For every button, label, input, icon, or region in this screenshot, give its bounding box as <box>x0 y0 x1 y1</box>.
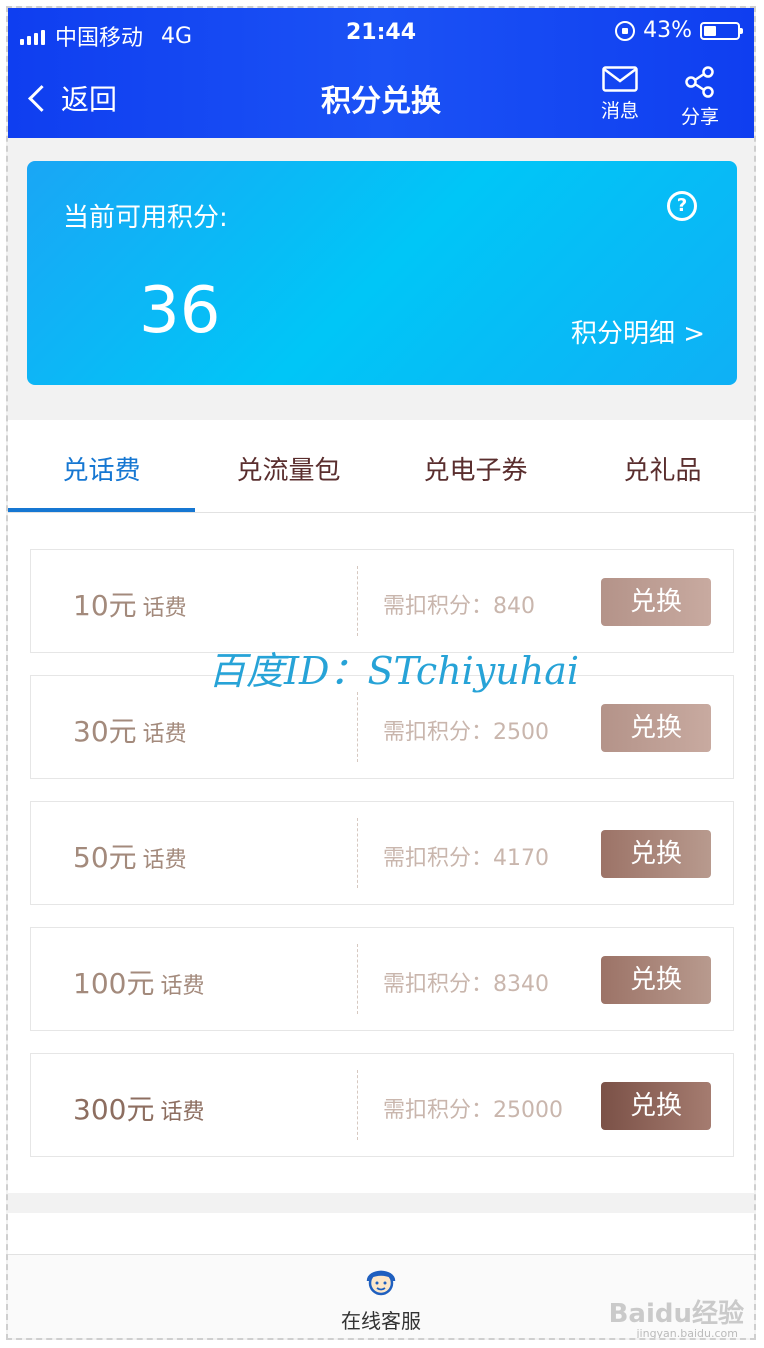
tab-bar: 兑话费 兑流量包 兑电子券 兑礼品 <box>8 420 754 513</box>
item-divider <box>357 692 358 762</box>
item-divider <box>357 1070 358 1140</box>
help-icon[interactable]: ? <box>667 191 697 221</box>
item-cost-label: 需扣积分： <box>383 594 494 619</box>
share-icon <box>685 66 714 98</box>
share-label: 分享 <box>680 106 719 128</box>
exchange-list: 10元 话费 需扣积分：840 兑换 30元 话费 需扣积分：2500 兑换 50元… <box>8 513 754 1193</box>
item-unit: 话费 <box>142 848 187 873</box>
item-cost: 需扣积分：25000 <box>383 1092 563 1124</box>
item-amount-value: 30元 <box>73 715 137 748</box>
battery-icon <box>700 21 743 40</box>
item-cost-value: 4170 <box>493 846 550 871</box>
app-frame: 中国移动 4G 21:44 43% 返回 积分兑换 消息 分享 当前可用积分: … <box>6 6 756 1340</box>
points-value: 36 <box>139 274 221 348</box>
item-amount: 300元 话费 <box>73 1088 204 1128</box>
exchange-button[interactable]: 兑换 <box>601 1082 711 1130</box>
item-cost-label: 需扣积分： <box>383 972 494 997</box>
points-card: 当前可用积分: ? 36 积分明细 > <box>27 161 737 385</box>
item-divider <box>357 566 358 636</box>
item-amount: 30元 话费 <box>73 710 187 750</box>
item-amount: 10元 话费 <box>73 584 187 624</box>
points-detail-link[interactable]: 积分明细 > <box>571 313 705 350</box>
item-unit: 话费 <box>142 596 187 621</box>
customer-service-icon <box>366 1270 396 1296</box>
share-button[interactable]: 分享 <box>670 66 730 129</box>
exchange-button[interactable]: 兑换 <box>601 704 711 752</box>
item-cost: 需扣积分：840 <box>383 588 535 620</box>
rotation-lock-icon <box>615 20 636 41</box>
item-cost: 需扣积分：4170 <box>383 840 549 872</box>
tab-data-pack[interactable]: 兑流量包 <box>195 450 382 487</box>
list-item: 300元 话费 需扣积分：25000 兑换 <box>30 1053 734 1157</box>
item-cost-label: 需扣积分： <box>383 1098 494 1123</box>
online-service-label: 在线客服 <box>341 1309 421 1333</box>
tab-phone-credit[interactable]: 兑话费 <box>8 450 195 487</box>
item-amount-value: 300元 <box>73 1093 155 1126</box>
exchange-button[interactable]: 兑换 <box>601 956 711 1004</box>
item-cost-label: 需扣积分： <box>383 720 494 745</box>
item-cost: 需扣积分：8340 <box>383 966 549 998</box>
watermark-text: 百度ID：STchiyuhai <box>208 649 580 693</box>
item-cost: 需扣积分：2500 <box>383 714 549 746</box>
list-item: 50元 话费 需扣积分：4170 兑换 <box>30 801 734 905</box>
message-label: 消息 <box>600 100 639 122</box>
item-cost-value: 25000 <box>493 1098 564 1123</box>
tab-gift[interactable]: 兑礼品 <box>569 450 754 487</box>
item-divider <box>357 818 358 888</box>
message-button[interactable]: 消息 <box>590 66 650 123</box>
exchange-button[interactable]: 兑换 <box>601 830 711 878</box>
header: 中国移动 4G 21:44 43% 返回 积分兑换 消息 分享 <box>8 8 754 138</box>
item-cost-value: 8340 <box>493 972 550 997</box>
item-unit: 话费 <box>160 974 205 999</box>
nav-bar: 返回 积分兑换 消息 分享 <box>8 58 754 138</box>
exchange-button[interactable]: 兑换 <box>601 578 711 626</box>
item-unit: 话费 <box>142 722 187 747</box>
battery-percent: 43% <box>643 18 692 43</box>
item-divider <box>357 944 358 1014</box>
item-amount-value: 100元 <box>73 967 155 1000</box>
item-amount-value: 50元 <box>73 841 137 874</box>
item-cost-value: 840 <box>493 594 536 619</box>
item-amount: 50元 话费 <box>73 836 187 876</box>
baidu-watermark-url: jingyan.baidu.com <box>636 1327 738 1340</box>
bottom-spacer <box>8 1213 754 1255</box>
list-item: 100元 话费 需扣积分：8340 兑换 <box>30 927 734 1031</box>
item-unit: 话费 <box>160 1100 205 1125</box>
item-cost-value: 2500 <box>493 720 550 745</box>
tab-e-coupon[interactable]: 兑电子券 <box>382 450 569 487</box>
bottom-bar: 在线客服 Baidu经验 jingyan.baidu.com <box>8 1254 754 1340</box>
points-label: 当前可用积分: <box>63 203 228 233</box>
status-bar: 中国移动 4G 21:44 43% <box>8 14 754 54</box>
item-amount-value: 10元 <box>73 589 137 622</box>
envelope-icon <box>602 66 638 92</box>
item-cost-label: 需扣积分： <box>383 846 494 871</box>
tab-indicator <box>8 508 195 512</box>
list-item: 10元 话费 需扣积分：840 兑换 <box>30 549 734 653</box>
baidu-watermark: Baidu经验 <box>608 1299 744 1329</box>
item-amount: 100元 话费 <box>73 962 204 1002</box>
